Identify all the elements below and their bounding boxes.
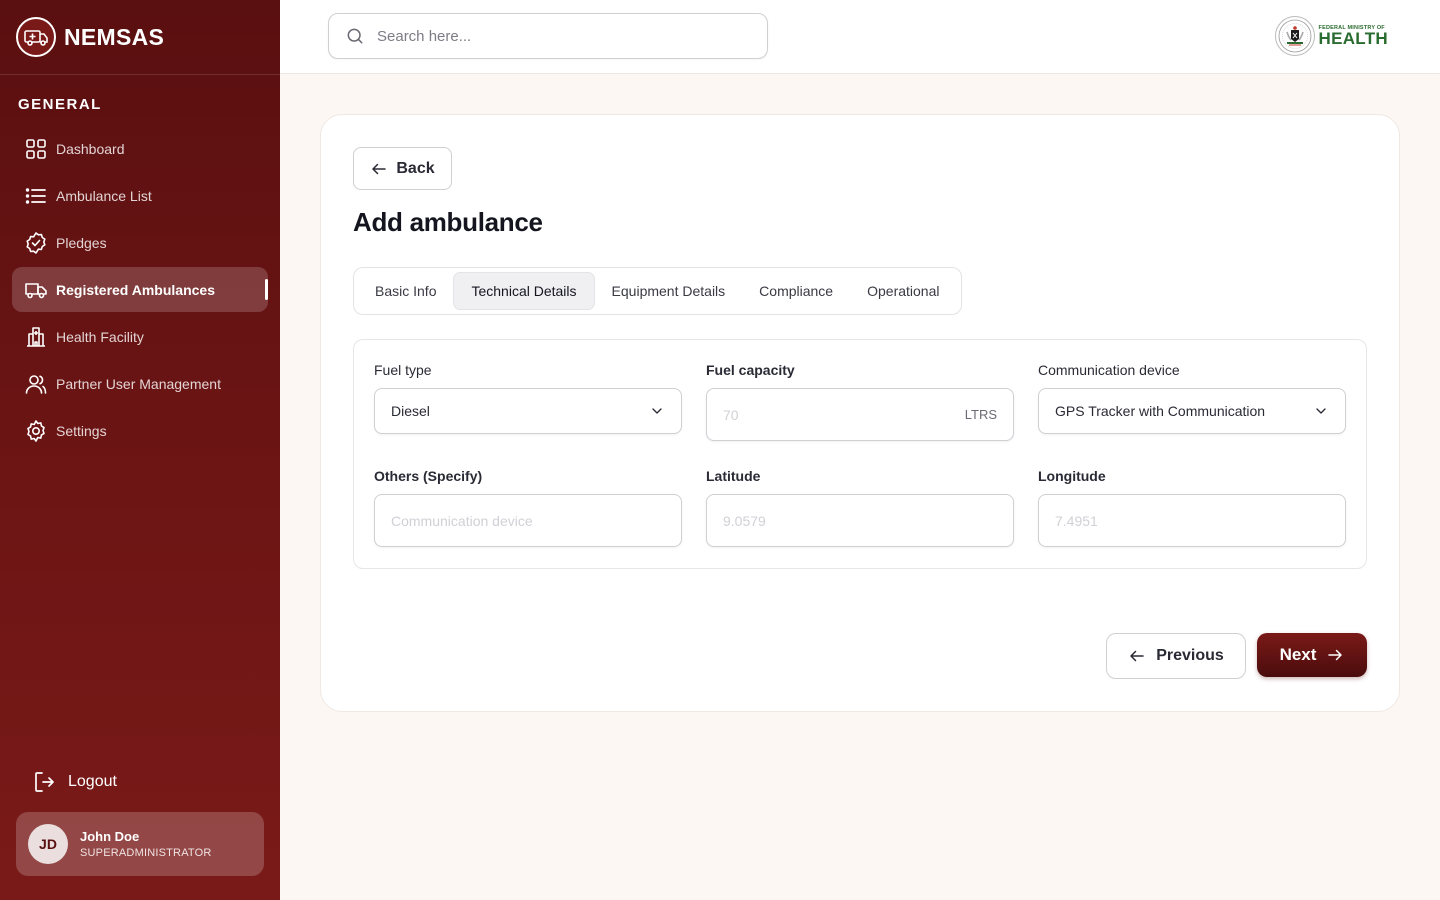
communication-device-field: Communication device GPS Tracker with Co…	[1038, 362, 1346, 434]
grid-icon	[26, 138, 46, 159]
communication-device-label: Communication device	[1038, 362, 1180, 378]
chevron-down-icon	[1316, 408, 1326, 414]
previous-button-label: Previous	[1156, 647, 1224, 664]
coat-of-arms-icon	[1274, 16, 1315, 56]
arrow-left-icon	[1130, 650, 1144, 662]
sidebar-item-ambulance-list[interactable]: Ambulance List	[12, 173, 268, 218]
form-tabs: Basic Info Technical Details Equipment D…	[353, 267, 962, 315]
next-button[interactable]: Next	[1257, 633, 1367, 677]
sidebar-nav: Dashboard Ambulance List Pledges Registe…	[12, 126, 268, 455]
fuel-type-select[interactable]: Diesel	[374, 388, 682, 434]
tab-equipment-details[interactable]: Equipment Details	[595, 272, 743, 310]
sidebar-item-label: Ambulance List	[56, 187, 152, 204]
users-icon	[25, 374, 47, 394]
badge-check-icon	[26, 231, 46, 254]
logout-label: Logout	[68, 773, 117, 790]
latitude-label: Latitude	[706, 468, 761, 484]
fuel-capacity-label: Fuel capacity	[706, 362, 795, 378]
nemsas-logo-icon	[16, 17, 56, 57]
sidebar-item-health-facility[interactable]: Health Facility	[12, 314, 268, 359]
hospital-icon	[27, 326, 45, 347]
sidebar-item-label: Settings	[56, 422, 107, 439]
back-button-label: Back	[396, 159, 435, 177]
longitude-placeholder: 7.4951	[1055, 512, 1098, 529]
app-name: NEMSAS	[64, 23, 165, 50]
sidebar-item-label: Pledges	[56, 234, 107, 251]
fuel-capacity-field: Fuel capacity 70 LTRS	[706, 362, 1014, 441]
user-name: John Doe	[80, 829, 140, 844]
others-specify-input[interactable]: Communication device	[374, 494, 682, 547]
brand[interactable]: NEMSAS	[0, 0, 280, 75]
chevron-down-icon	[652, 408, 662, 414]
others-specify-placeholder: Communication device	[391, 512, 533, 529]
ministry-of-health-logo: FEDERAL MINISTRY OF HEALTH	[1274, 16, 1388, 56]
sidebar-item-registered-ambulances[interactable]: Registered Ambulances	[12, 267, 268, 312]
fuel-capacity-input[interactable]: 70 LTRS	[706, 388, 1014, 441]
page-title: Add ambulance	[353, 207, 543, 237]
sidebar-item-pledges[interactable]: Pledges	[12, 220, 268, 265]
search-input[interactable]	[377, 27, 737, 45]
fuel-capacity-unit: LTRS	[964, 407, 997, 422]
user-role: SUPERADMINISTRATOR	[80, 847, 212, 859]
ministry-big-text: HEALTH	[1318, 29, 1388, 48]
sidebar-item-label: Health Facility	[56, 328, 144, 345]
sidebar-item-settings[interactable]: Settings	[12, 408, 268, 453]
communication-device-select[interactable]: GPS Tracker with Communication	[1038, 388, 1346, 434]
fuel-capacity-placeholder: 70	[723, 406, 739, 423]
latitude-input[interactable]: 9.0579	[706, 494, 1014, 547]
logout-button[interactable]: Logout	[32, 770, 117, 794]
longitude-label: Longitude	[1038, 468, 1106, 484]
tab-technical-details[interactable]: Technical Details	[453, 272, 595, 310]
search-icon	[347, 28, 363, 44]
sidebar: NEMSAS GENERAL Dashboard Ambulance List …	[0, 0, 280, 900]
logout-icon	[35, 772, 54, 792]
list-icon	[25, 187, 46, 204]
user-profile-card[interactable]: JD John Doe SUPERADMINISTRATOR	[16, 812, 264, 876]
others-specify-label: Others (Specify)	[374, 468, 483, 484]
top-bar: FEDERAL MINISTRY OF HEALTH	[280, 0, 1440, 74]
back-button[interactable]: Back	[353, 147, 452, 190]
longitude-field: Longitude 7.4951	[1038, 468, 1346, 547]
latitude-field: Latitude 9.0579	[706, 468, 1014, 547]
tab-compliance[interactable]: Compliance	[742, 272, 850, 310]
arrow-right-icon	[1328, 649, 1343, 661]
others-specify-field: Others (Specify) Communication device	[374, 468, 682, 547]
sidebar-item-dashboard[interactable]: Dashboard	[12, 126, 268, 171]
sidebar-item-label: Registered Ambulances	[56, 281, 215, 298]
longitude-input[interactable]: 7.4951	[1038, 494, 1346, 547]
section-label-general: GENERAL	[18, 96, 102, 113]
avatar: JD	[28, 824, 68, 864]
tab-operational[interactable]: Operational	[850, 272, 956, 310]
sidebar-item-label: Dashboard	[56, 140, 125, 157]
truck-icon	[25, 282, 47, 298]
communication-device-value: GPS Tracker with Communication	[1055, 403, 1266, 419]
latitude-placeholder: 9.0579	[723, 512, 766, 529]
fuel-type-label: Fuel type	[374, 362, 432, 378]
search-box[interactable]	[328, 13, 768, 59]
sidebar-item-partner-user-management[interactable]: Partner User Management	[12, 361, 268, 406]
sidebar-item-label: Partner User Management	[56, 375, 221, 392]
fuel-type-value: Diesel	[391, 403, 430, 419]
next-button-label: Next	[1279, 645, 1317, 664]
fuel-type-field: Fuel type Diesel	[374, 362, 682, 434]
technical-details-form: Fuel type Diesel Fuel capacity 70 LTRS C…	[353, 339, 1367, 569]
add-ambulance-card: Back Add ambulance Basic Info Technical …	[320, 114, 1400, 712]
gear-icon	[27, 419, 45, 442]
previous-button[interactable]: Previous	[1106, 633, 1246, 679]
tab-basic-info[interactable]: Basic Info	[358, 272, 453, 310]
arrow-left-icon	[372, 163, 387, 174]
